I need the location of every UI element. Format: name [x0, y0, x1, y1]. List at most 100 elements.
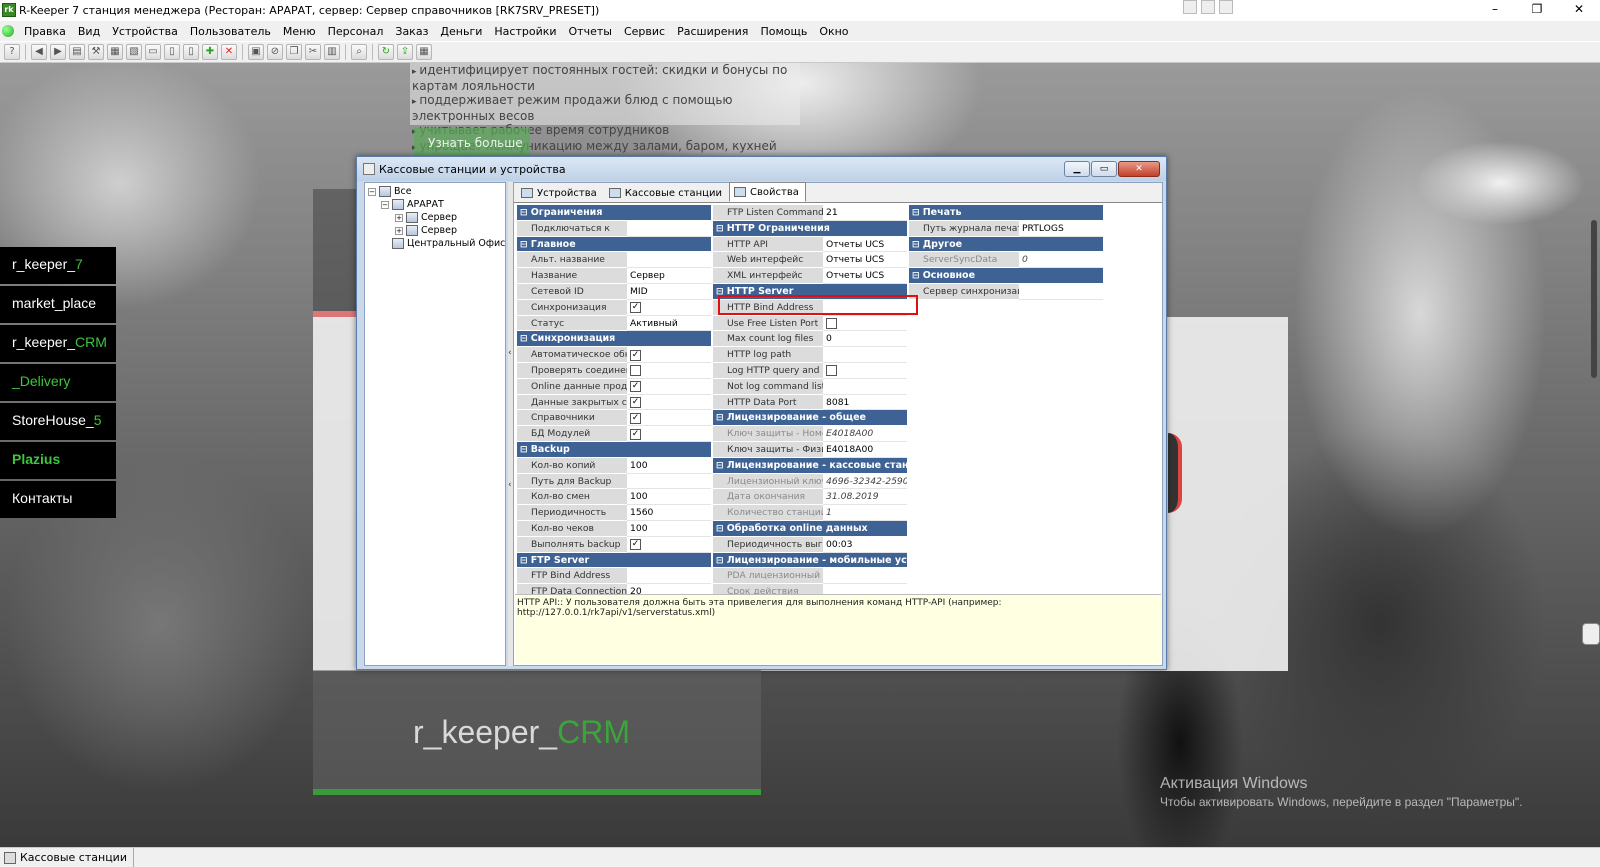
- maximize-button[interactable]: ❐: [1516, 0, 1558, 20]
- property-value[interactable]: [627, 473, 711, 490]
- tray-icon[interactable]: [1201, 0, 1215, 14]
- property-value[interactable]: [627, 252, 711, 269]
- property-row[interactable]: Автоматическое обнс ✓: [517, 347, 711, 363]
- tray-icon[interactable]: [1219, 0, 1233, 14]
- splitter-arrow-icon[interactable]: ‹: [508, 348, 512, 358]
- collapse-icon[interactable]: −: [381, 200, 389, 209]
- expand-icon[interactable]: +: [395, 226, 403, 235]
- property-row[interactable]: Путь журнала печати PRTLOGS: [909, 220, 1103, 237]
- property-row[interactable]: Use Free Listen Port: [713, 315, 907, 332]
- property-value[interactable]: [823, 568, 907, 585]
- property-row[interactable]: Проверять соединени: [517, 362, 711, 379]
- property-value[interactable]: Отчеты UCS: [823, 252, 907, 269]
- copy-icon[interactable]: ▤: [69, 44, 85, 60]
- property-checkbox[interactable]: [826, 365, 837, 377]
- splitter-arrow-icon[interactable]: ‹: [508, 480, 512, 490]
- property-row[interactable]: БД Модулей ✓: [517, 426, 711, 442]
- nav-delivery[interactable]: _Delivery: [0, 364, 116, 401]
- property-row[interactable]: Сервер синхронизаци: [909, 283, 1103, 300]
- property-value[interactable]: 100: [627, 457, 711, 474]
- property-section-header[interactable]: HTTP Ограничения: [713, 220, 907, 237]
- tool-icon[interactable]: ⚒: [88, 44, 104, 60]
- nav-contacts[interactable]: Контакты: [0, 481, 116, 518]
- menu-menu[interactable]: Меню: [283, 25, 316, 38]
- property-value[interactable]: PRTLOGS: [1019, 220, 1103, 237]
- property-row[interactable]: Название Сервер: [517, 268, 711, 284]
- menu-money[interactable]: Деньги: [440, 25, 482, 38]
- property-section-header[interactable]: Синхронизация: [517, 331, 711, 348]
- property-checkbox[interactable]: ✓: [630, 412, 641, 424]
- menu-user[interactable]: Пользователь: [190, 25, 271, 38]
- property-value[interactable]: E4018A00: [823, 441, 907, 458]
- refresh-icon[interactable]: ↻: [378, 44, 394, 60]
- property-row[interactable]: PDA лицензионный к: [713, 568, 907, 585]
- property-section-header[interactable]: Обработка online данных: [713, 520, 907, 537]
- property-section-header[interactable]: HTTP Server: [713, 283, 907, 300]
- property-row[interactable]: Данные закрытых см ✓: [517, 394, 711, 411]
- property-row[interactable]: FTP Bind Address: [517, 568, 711, 585]
- property-value[interactable]: 8081: [823, 394, 907, 411]
- property-row[interactable]: HTTP Data Port 8081: [713, 394, 907, 411]
- menu-service[interactable]: Сервис: [624, 25, 665, 38]
- property-section-header[interactable]: Главное: [517, 236, 711, 253]
- property-value[interactable]: 100: [627, 520, 711, 537]
- nav-market-place[interactable]: market_place: [0, 286, 116, 323]
- window-tab[interactable]: Кассовые станции: [0, 848, 134, 867]
- property-section-header[interactable]: Другое: [909, 236, 1103, 253]
- menu-help[interactable]: Помощь: [760, 25, 807, 38]
- property-section-header[interactable]: Лицензирование - общее: [713, 410, 907, 427]
- close-button[interactable]: ✕: [1558, 0, 1600, 20]
- tree-node-all[interactable]: − Все: [368, 186, 412, 197]
- property-row[interactable]: Ключ защиты - Физи E4018A00: [713, 441, 907, 458]
- property-value[interactable]: 1: [823, 505, 907, 521]
- property-row[interactable]: Ключ защиты - Номер E4018A00: [713, 426, 907, 442]
- page-icon[interactable]: ▯: [183, 44, 199, 60]
- property-checkbox[interactable]: ✓: [630, 539, 641, 551]
- paste-icon[interactable]: ▥: [324, 44, 340, 60]
- property-row[interactable]: Web интерфейс Отчеты UCS: [713, 252, 907, 269]
- property-checkbox[interactable]: [826, 318, 837, 330]
- property-value[interactable]: 0: [823, 331, 907, 348]
- property-section-header[interactable]: Лицензирование - мобильные устройства: [713, 552, 907, 569]
- property-row[interactable]: Online данные продаж✓: [517, 378, 711, 395]
- property-row[interactable]: HTTP API Отчеты UCS: [713, 236, 907, 253]
- property-row[interactable]: Подключаться к: [517, 220, 711, 237]
- property-checkbox[interactable]: ✓: [630, 381, 641, 393]
- property-row[interactable]: Not log command list: [713, 378, 907, 395]
- cut-icon[interactable]: ✂: [305, 44, 321, 60]
- edge-tab-icon[interactable]: [1582, 623, 1600, 645]
- property-row[interactable]: XML интерфейс Отчеты UCS: [713, 268, 907, 284]
- nav-plazius[interactable]: Plazius: [0, 442, 116, 479]
- property-value[interactable]: 21: [823, 205, 907, 221]
- property-value[interactable]: 0: [1019, 252, 1103, 269]
- property-checkbox[interactable]: ✓: [630, 397, 641, 409]
- property-row[interactable]: FTP Listen Commands 21: [713, 205, 907, 221]
- property-value[interactable]: [627, 220, 711, 237]
- property-value[interactable]: 00:03: [823, 536, 907, 553]
- tray-icon[interactable]: [1183, 0, 1197, 14]
- delete-icon[interactable]: ✕: [221, 44, 237, 60]
- expand-icon[interactable]: +: [395, 213, 403, 222]
- cancel-icon[interactable]: ⊘: [267, 44, 283, 60]
- property-row[interactable]: HTTP log path: [713, 347, 907, 363]
- back-icon[interactable]: ◀: [31, 44, 47, 60]
- save-icon[interactable]: ▣: [248, 44, 264, 60]
- minimize-button[interactable]: –: [1474, 0, 1516, 20]
- property-row[interactable]: Периодичность 1560: [517, 505, 711, 521]
- property-value[interactable]: 4696-32342-25907: [823, 473, 907, 490]
- grid-dropdown-icon[interactable]: ▦: [416, 44, 432, 60]
- property-value[interactable]: [823, 347, 907, 363]
- search-icon[interactable]: ⌕: [351, 44, 367, 60]
- property-row[interactable]: Выполнять backup ✓: [517, 536, 711, 553]
- property-section-header[interactable]: Основное: [909, 268, 1103, 284]
- property-section-header[interactable]: Ограничения: [517, 205, 711, 221]
- menu-order[interactable]: Заказ: [395, 25, 428, 38]
- nav-rkeeper7[interactable]: r_keeper_7: [0, 247, 116, 284]
- print-preview-icon[interactable]: ▧: [126, 44, 142, 60]
- property-row[interactable]: Справочники ✓: [517, 410, 711, 427]
- property-value[interactable]: Сервер: [627, 268, 711, 284]
- menu-devices[interactable]: Устройства: [112, 25, 178, 38]
- learn-more-button[interactable]: Узнать больше: [414, 128, 530, 158]
- property-checkbox[interactable]: ✓: [630, 428, 641, 440]
- dialog-close-button[interactable]: ✕: [1118, 161, 1160, 177]
